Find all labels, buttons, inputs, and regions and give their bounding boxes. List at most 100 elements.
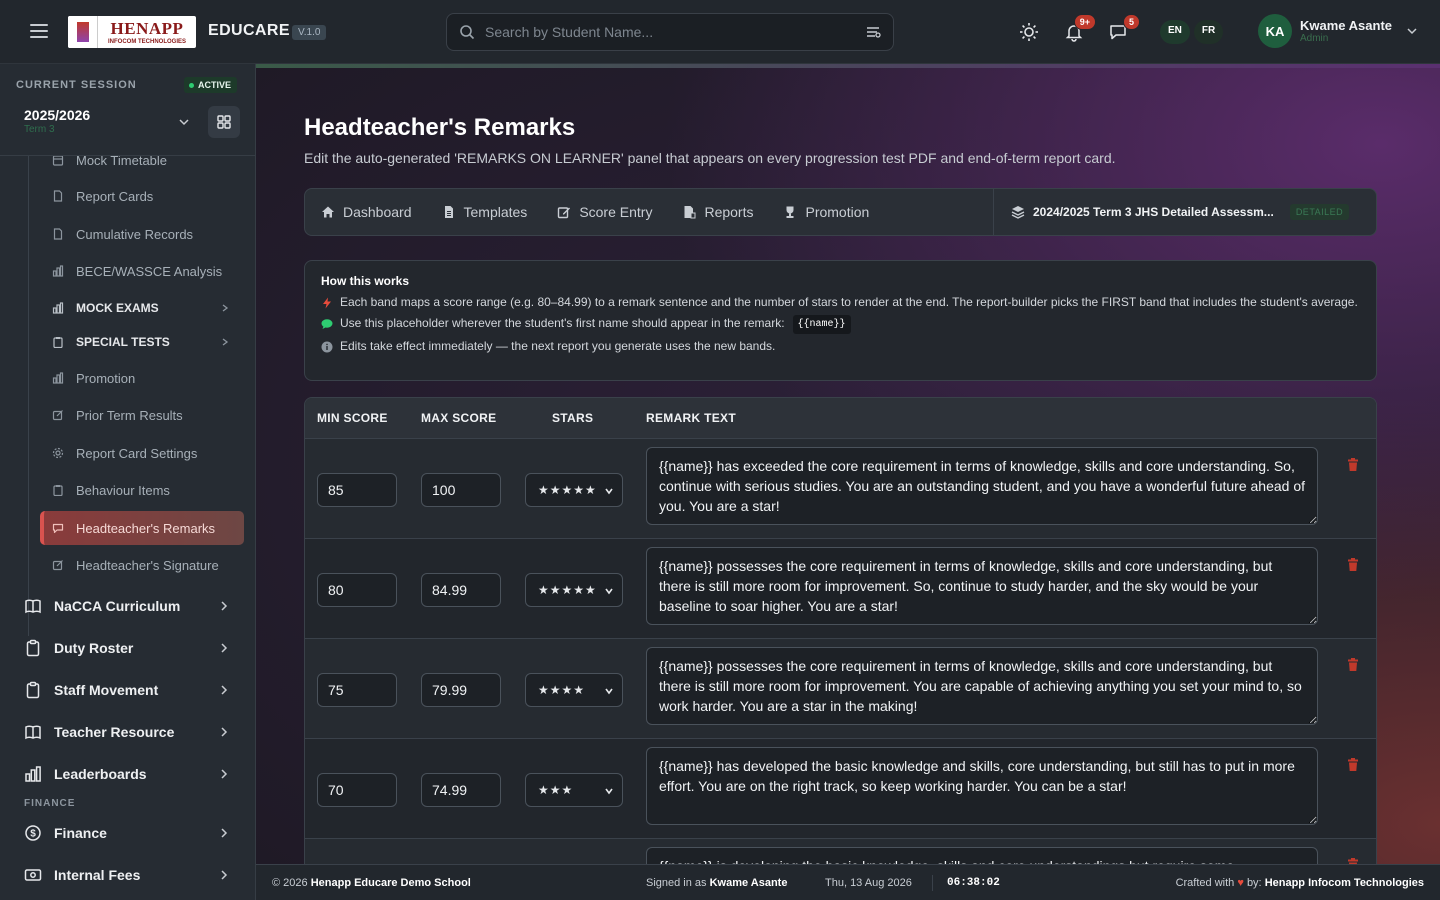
status-badge: ACTIVE (184, 77, 238, 93)
remark-textarea[interactable]: {{name}} possesses the core requirement … (646, 547, 1318, 625)
sidebar-item-label: BECE/WASSCE Analysis (76, 263, 223, 279)
sidebar-item-mock-exams[interactable]: MOCK EXAMS (40, 291, 244, 325)
chart-icon (52, 265, 64, 277)
notifications-bell-icon[interactable]: 9+ (1062, 14, 1096, 44)
remark-textarea[interactable]: {{name}} has developed the basic knowled… (646, 747, 1318, 825)
session-selector[interactable]: 2025/2026 Term 3 (14, 100, 198, 142)
file-icon (442, 205, 456, 219)
min-score-input[interactable] (317, 473, 397, 507)
sidebar-item-headteachers-remarks[interactable]: Headteacher's Remarks (40, 511, 244, 545)
chevron-right-icon (218, 768, 230, 780)
dollar-icon: $ (24, 824, 42, 842)
stars-select[interactable]: ★★★★★ (525, 473, 623, 507)
hamburger-menu-icon[interactable] (30, 24, 48, 38)
delete-trash-icon[interactable] (1346, 657, 1360, 673)
max-score-input[interactable] (421, 473, 501, 507)
how-line-immediate: Edits take effect immediately — the next… (321, 338, 1360, 355)
chevron-right-icon (218, 827, 230, 839)
sidebar-item-label: MOCK EXAMS (76, 301, 159, 315)
chevron-down-icon (604, 786, 614, 796)
min-score-input[interactable] (317, 573, 397, 607)
how-line-text: Edits take effect immediately — the next… (340, 339, 776, 353)
user-menu[interactable]: KA Kwame Asante Admin (1258, 14, 1418, 48)
clipboard-icon (24, 681, 42, 699)
logo-emblem (68, 16, 98, 48)
sidebar-item-staff-movement[interactable]: Staff Movement (14, 670, 244, 710)
chevron-right-icon (218, 684, 230, 696)
sidebar-item-cumulative-records[interactable]: Cumulative Records (40, 217, 244, 251)
top-bar: HENAPP INFOCOM TECHNOLOGIES EDUCARE V.1.… (0, 0, 1440, 64)
company-name[interactable]: Henapp Infocom Technologies (1265, 877, 1424, 889)
sidebar-item-report-card-settings[interactable]: Report Card Settings (40, 436, 244, 470)
stars-select[interactable]: ★★★★★ (525, 573, 623, 607)
sidebar-item-prior-term-results[interactable]: Prior Term Results (40, 398, 244, 432)
stars-select[interactable]: ★★★★ (525, 673, 623, 707)
apps-grid-button[interactable] (208, 106, 240, 138)
session-year: 2025/2026 (24, 107, 91, 123)
sidebar: CURRENT SESSION ACTIVE 2025/2026 Term 3 … (0, 64, 256, 900)
edit-icon (52, 409, 64, 421)
sidebar-item-label: Internal Fees (54, 867, 141, 883)
sidebar-item-teacher-resource[interactable]: Teacher Resource (14, 712, 244, 752)
lang-fr-button[interactable]: FR (1193, 20, 1224, 44)
sidebar-item-nacca-curriculum[interactable]: NaCCA Curriculum (14, 586, 244, 626)
sidebar-item-finance[interactable]: $ Finance (14, 813, 244, 853)
logo-subtext: INFOCOM TECHNOLOGIES (108, 38, 186, 45)
delete-trash-icon[interactable] (1346, 757, 1360, 773)
tab-promotion[interactable]: Promotion (768, 188, 884, 236)
delete-trash-icon[interactable] (1346, 857, 1360, 864)
company-logo[interactable]: HENAPP INFOCOM TECHNOLOGIES (68, 16, 196, 48)
chevron-down-icon (178, 116, 190, 128)
max-score-input[interactable] (421, 573, 501, 607)
remark-textarea[interactable]: {{name}} is developing the basic knowled… (646, 847, 1318, 864)
sidebar-item-duty-roster[interactable]: Duty Roster (14, 628, 244, 668)
main-content: Headteacher's Remarks Edit the auto-gene… (256, 64, 1440, 864)
messages-chat-icon[interactable]: 5 (1106, 14, 1140, 44)
delete-trash-icon[interactable] (1346, 457, 1360, 473)
filter-icon[interactable] (865, 24, 881, 40)
placeholder-code: {{name}} (792, 315, 851, 334)
session-term: Term 3 (24, 124, 55, 135)
app-brand: EDUCARE (208, 22, 290, 39)
chevron-right-icon (218, 869, 230, 881)
search-input[interactable] (485, 24, 865, 40)
footer-date: Thu, 13 Aug 2026 (825, 876, 912, 889)
column-header-stars: STARS (552, 411, 594, 425)
sidebar-item-report-cards[interactable]: Report Cards (40, 179, 244, 213)
search-bar[interactable] (446, 13, 894, 51)
stars-select[interactable]: ★★★ (525, 773, 623, 807)
how-line-text: Use this placeholder wherever the studen… (340, 316, 785, 330)
max-score-input[interactable] (421, 673, 501, 707)
remark-textarea[interactable]: {{name}} has exceeded the core requireme… (646, 447, 1318, 525)
sidebar-item-internal-fees[interactable]: Internal Fees (14, 855, 244, 895)
column-header-remark-text: REMARK TEXT (646, 411, 736, 425)
chart-icon (24, 765, 42, 783)
tab-score-entry[interactable]: Score Entry (542, 188, 667, 236)
min-score-input[interactable] (317, 673, 397, 707)
chevron-right-icon (218, 642, 230, 654)
crafted-prefix: Crafted with (1175, 876, 1235, 889)
lang-en-button[interactable]: EN (1160, 20, 1190, 44)
sidebar-item-bece-wassce-analysis[interactable]: BECE/WASSCE Analysis (40, 254, 244, 288)
sidebar-item-behaviour-items[interactable]: Behaviour Items (40, 473, 244, 507)
column-header-min-score: MIN SCORE (317, 411, 388, 425)
max-score-input[interactable] (421, 773, 501, 807)
delete-trash-icon[interactable] (1346, 557, 1360, 573)
session-label: CURRENT SESSION (16, 79, 137, 91)
tab-templates[interactable]: Templates (427, 188, 543, 236)
remark-textarea[interactable]: {{name}} possesses the core requirement … (646, 647, 1318, 725)
sidebar-item-special-tests[interactable]: SPECIAL TESTS (40, 325, 244, 359)
sidebar-item-label: Cumulative Records (76, 226, 194, 242)
min-score-input[interactable] (317, 773, 397, 807)
template-selector[interactable]: 2024/2025 Term 3 JHS Detailed Assessm...… (1011, 189, 1350, 235)
tab-dashboard[interactable]: Dashboard (305, 188, 427, 236)
sidebar-item-headteachers-signature[interactable]: Headteacher's Signature (40, 548, 244, 582)
sidebar-item-promotion[interactable]: Promotion (40, 361, 244, 395)
table-header: MIN SCORE MAX SCORE STARS REMARK TEXT (305, 398, 1376, 439)
theme-sun-icon[interactable] (1017, 20, 1041, 44)
crafted-by: by: (1246, 876, 1262, 889)
tab-reports[interactable]: Reports (667, 188, 768, 236)
page-description: Edit the auto-generated 'REMARKS ON LEAR… (304, 150, 1116, 166)
sidebar-item-leaderboards[interactable]: Leaderboards (14, 754, 244, 794)
sidebar-item-label: Promotion (76, 370, 136, 386)
